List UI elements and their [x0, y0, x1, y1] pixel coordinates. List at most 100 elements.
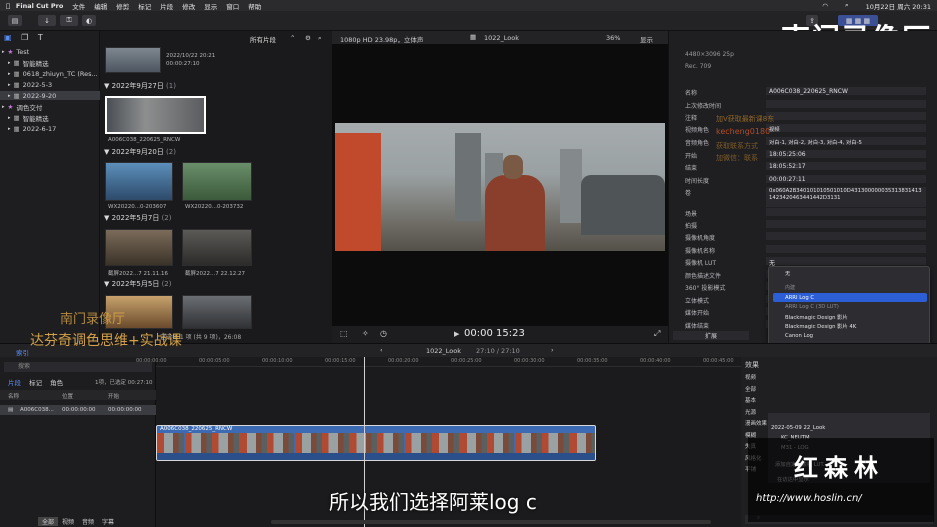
- disclosure-icon[interactable]: ▸: [2, 49, 5, 55]
- film-frame: [322, 433, 349, 453]
- timeline-ruler[interactable]: 00:00:00:00 00:00:05:00 00:00:10:00 00:00:1…: [136, 357, 741, 367]
- view-menu[interactable]: 显示: [640, 34, 653, 44]
- disclosure-icon[interactable]: ▸: [8, 71, 11, 77]
- lut-option[interactable]: Blackmagic Design 影片: [773, 312, 927, 321]
- lut-option[interactable]: 2022-05-09 22_Look: [771, 425, 825, 431]
- group-header[interactable]: ▼ 2022年5月7日 (2): [104, 213, 172, 223]
- clip-duration: 00:00:27:10: [166, 61, 200, 67]
- tab-markers[interactable]: 标记: [29, 379, 42, 387]
- speed-icon[interactable]: ◷: [380, 329, 387, 338]
- apple-icon[interactable]: : [6, 2, 10, 10]
- inspector-field[interactable]: [766, 232, 926, 240]
- inspector-field[interactable]: [766, 220, 926, 228]
- effects-category[interactable]: 全部: [745, 385, 756, 393]
- clip-thumbnail[interactable]: [182, 229, 252, 266]
- menu-clip[interactable]: 片段: [160, 1, 173, 11]
- clip-thumbnail[interactable]: [182, 162, 252, 201]
- gear-icon[interactable]: ⚙: [305, 34, 311, 42]
- photos-icon[interactable]: ❐: [21, 33, 28, 42]
- menu-modify[interactable]: 修改: [182, 1, 195, 11]
- effects-category[interactable]: 基本: [745, 396, 756, 404]
- menu-view[interactable]: 显示: [204, 1, 217, 11]
- selected-clip-thumbnail[interactable]: [105, 96, 206, 134]
- index-button[interactable]: 索引: [16, 347, 29, 357]
- menu-trim[interactable]: 修剪: [116, 1, 129, 11]
- lut-option[interactable]: ARRI Log C: [773, 293, 927, 302]
- inspector-field[interactable]: [766, 124, 926, 132]
- disclosure-icon[interactable]: ▸: [8, 126, 11, 132]
- effects-category[interactable]: 光源: [745, 408, 756, 416]
- group-header[interactable]: ▼ 2022年9月20日 (2): [104, 147, 176, 157]
- library-item[interactable]: ▸ ▦ 智能精选: [0, 58, 100, 68]
- timeline-clip[interactable]: A006C038_220625_RNCW: [156, 425, 596, 461]
- index-search-input[interactable]: 搜索: [4, 362, 152, 372]
- expand-button[interactable]: 扩展: [673, 331, 749, 340]
- lut-option[interactable]: Canon Log: [773, 331, 927, 340]
- table-row[interactable]: ▤ A006C038... 00:00:00:00 00:00:00:00: [0, 405, 156, 415]
- enhance-icon[interactable]: ✧: [362, 329, 369, 338]
- key-icon[interactable]: ⚿: [60, 15, 78, 26]
- tab-clips[interactable]: 片段: [8, 379, 21, 387]
- library-item[interactable]: ▸ ▦ 2022-9-20: [0, 91, 100, 100]
- menu-edit[interactable]: 编辑: [94, 1, 107, 11]
- wifi-icon[interactable]: ◠: [822, 2, 828, 10]
- fullscreen-icon[interactable]: ⤢: [654, 329, 660, 339]
- tab-roles[interactable]: 角色: [50, 379, 63, 387]
- group-header[interactable]: ▼ 2022年9月27日 (1): [104, 81, 176, 91]
- film-frame: [514, 433, 542, 453]
- inspector-field[interactable]: [766, 257, 926, 265]
- menu-help[interactable]: 帮助: [248, 1, 261, 11]
- group-header[interactable]: ▼ 2022年5月5日 (2): [104, 279, 172, 289]
- library-item[interactable]: ▸ ★ 调色交付: [0, 102, 100, 112]
- inspector-field[interactable]: [766, 245, 926, 253]
- menu-window[interactable]: 窗口: [226, 1, 239, 11]
- library-icon[interactable]: ▤: [8, 15, 22, 26]
- tab-all[interactable]: 全部: [38, 517, 59, 526]
- inspector-label: 360° 投影模式: [685, 285, 726, 292]
- tab-video[interactable]: 视频: [58, 517, 78, 526]
- tab-audio[interactable]: 音频: [78, 517, 98, 526]
- clip-thumbnail[interactable]: [105, 162, 173, 201]
- lut-option[interactable]: ARRI Log C (3D LUT): [773, 303, 927, 312]
- library-item[interactable]: ▸ ★ Test: [0, 47, 100, 56]
- clip-thumbnail[interactable]: [182, 295, 252, 329]
- play-button[interactable]: ▶: [454, 330, 459, 338]
- search-icon[interactable]: ⌕: [845, 1, 849, 10]
- effects-category[interactable]: 漫画效果: [745, 419, 767, 427]
- clip-thumbnail[interactable]: [105, 229, 173, 266]
- import-button[interactable]: ↓: [38, 15, 56, 26]
- lut-option[interactable]: Blackmagic Design 影片 4K: [773, 322, 927, 331]
- zoom-level[interactable]: 36%: [606, 34, 620, 42]
- menu-file[interactable]: 文件: [72, 1, 85, 11]
- inspector-value: 00:00:27:11: [769, 176, 806, 183]
- search-icon[interactable]: ⌕: [318, 34, 322, 43]
- inspector-field[interactable]: [766, 208, 926, 216]
- titles-icon[interactable]: T: [38, 33, 43, 42]
- bg-task-icon[interactable]: ◐: [82, 15, 96, 26]
- clip-thumbnail[interactable]: [105, 47, 161, 73]
- library-item[interactable]: ▸ ▦ 智能精选: [0, 113, 100, 123]
- filter-chevron-icon[interactable]: ⌃: [290, 34, 295, 42]
- viewer[interactable]: [332, 44, 668, 326]
- lut-option[interactable]: 无: [773, 268, 927, 277]
- inspector-field[interactable]: [766, 100, 926, 108]
- app-menu[interactable]: Final Cut Pro: [16, 2, 63, 10]
- disclosure-icon[interactable]: ▸: [8, 60, 11, 66]
- library-item[interactable]: ▸ ▦ 2022-6-17: [0, 124, 100, 133]
- tab-captions[interactable]: 字幕: [98, 517, 118, 526]
- timeline-scrollbar[interactable]: [271, 520, 711, 524]
- clip-filter[interactable]: 所有片段: [250, 34, 276, 44]
- disclosure-icon[interactable]: ▸: [8, 82, 11, 88]
- disclosure-icon[interactable]: ▸: [8, 115, 11, 121]
- inspector-field[interactable]: [766, 112, 926, 120]
- disclosure-icon[interactable]: ▸: [8, 93, 11, 99]
- menu-mark[interactable]: 标记: [138, 1, 151, 11]
- library-item[interactable]: ▸ ▦ 2022-5-3: [0, 80, 100, 89]
- transform-icon[interactable]: ⬚: [340, 329, 348, 338]
- disclosure-icon[interactable]: ▸: [2, 104, 5, 110]
- libraries-icon[interactable]: ▣: [4, 33, 12, 42]
- library-item[interactable]: ▸ ▦ 0618_zhiuyn_TC (Res...: [0, 69, 100, 78]
- back-icon[interactable]: ‹: [380, 346, 383, 354]
- forward-icon[interactable]: ›: [551, 346, 554, 354]
- effects-category[interactable]: 视频: [745, 373, 756, 381]
